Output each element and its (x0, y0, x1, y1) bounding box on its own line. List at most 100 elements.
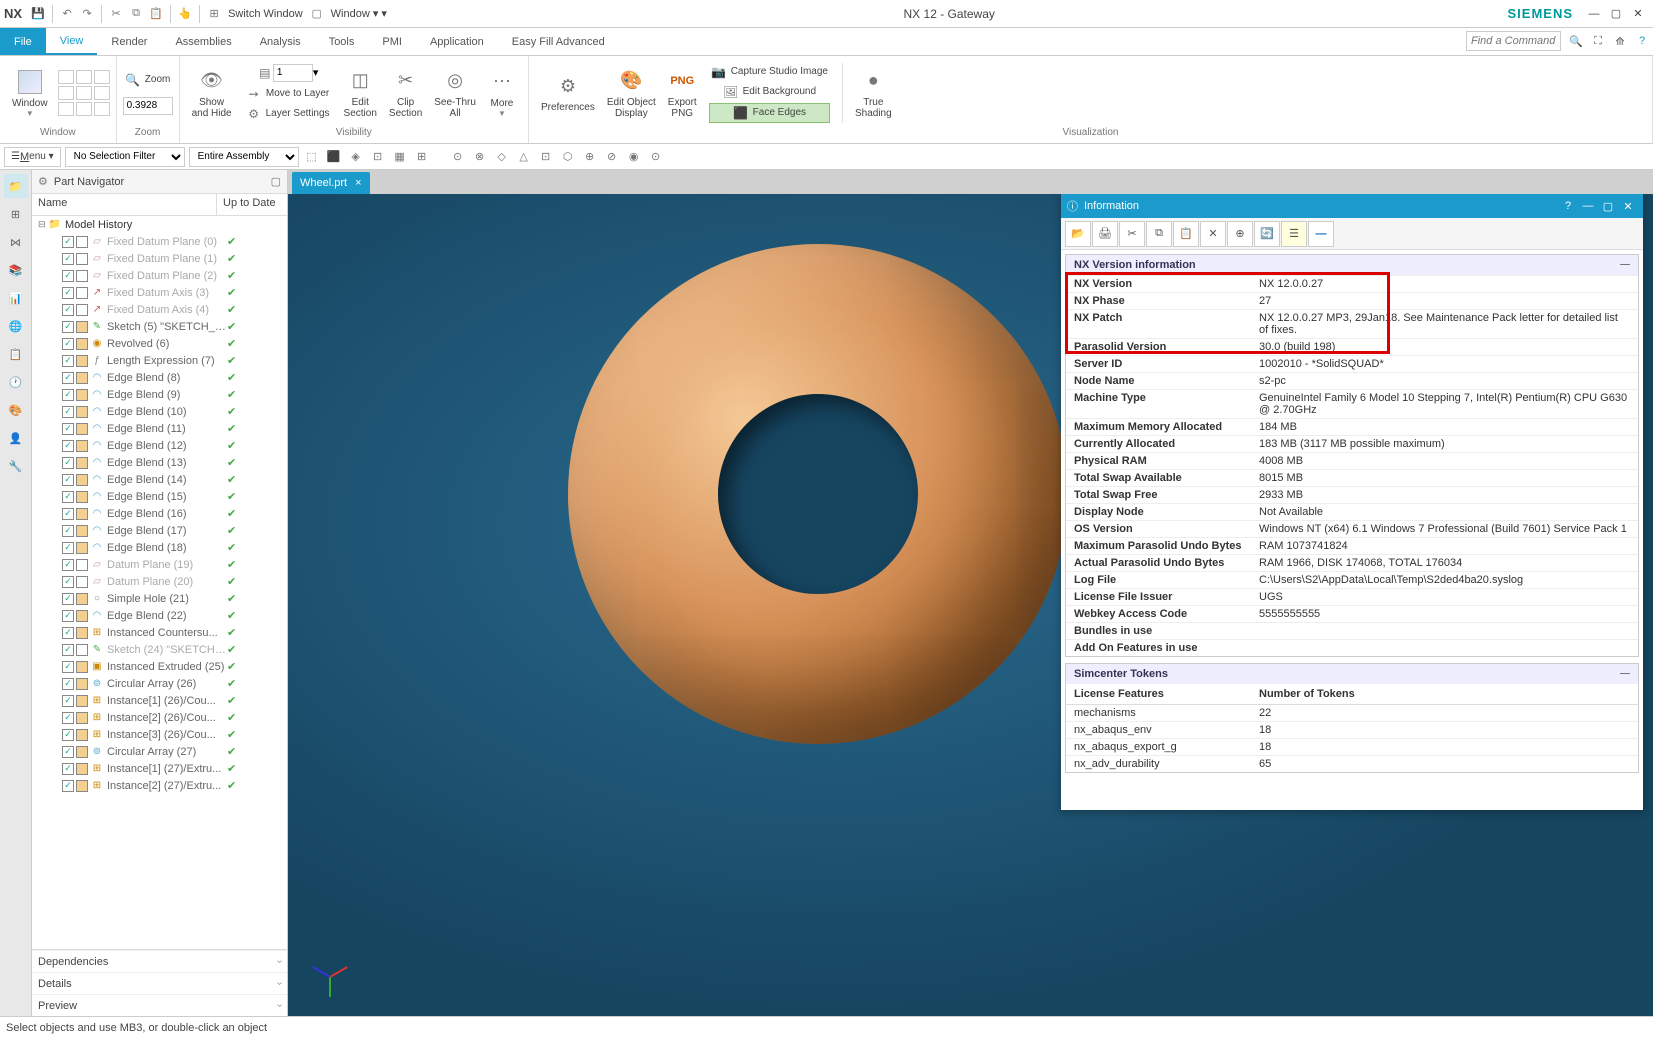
touch-icon[interactable]: 👆 (176, 5, 194, 23)
move-to-layer-button[interactable]: ➙Move to Layer (244, 85, 332, 103)
tree-row[interactable]: ✓ ◠ Edge Blend (14) ✔ (32, 471, 287, 488)
redo-icon[interactable]: ↷ (78, 5, 96, 23)
switch-window-button[interactable]: Switch Window (228, 8, 303, 20)
checkbox[interactable]: ✓ (62, 746, 74, 758)
checkbox[interactable]: ✓ (62, 763, 74, 775)
section-header[interactable]: NX Version information — (1066, 255, 1638, 275)
checkbox[interactable]: ✓ (62, 321, 74, 333)
snap-icon[interactable]: ⊗ (471, 148, 489, 166)
collapse-icon[interactable]: — (1308, 221, 1334, 247)
tree-row[interactable]: ✓ ▱ Datum Plane (20) ✔ (32, 573, 287, 590)
cut-icon[interactable]: ✂ (1119, 221, 1145, 247)
visibility-checkbox[interactable] (76, 304, 88, 316)
checkbox[interactable]: ✓ (62, 695, 74, 707)
checkbox[interactable]: ✓ (62, 678, 74, 690)
system-scenes-icon[interactable]: 🔧 (4, 454, 28, 478)
process-studio-icon[interactable]: 🎨 (4, 398, 28, 422)
minimize-button[interactable]: — (1583, 5, 1605, 23)
paste-icon[interactable]: 📋 (1173, 221, 1199, 247)
close-tab-icon[interactable]: × (355, 177, 361, 189)
checkbox[interactable]: ✓ (62, 457, 74, 469)
visibility-checkbox[interactable] (76, 525, 88, 537)
zoom-value-input[interactable] (123, 97, 173, 115)
tab-application[interactable]: Application (416, 28, 498, 55)
tree-row[interactable]: ✓ ⊞ Instance[3] (26)/Cou... ✔ (32, 726, 287, 743)
tab-analysis[interactable]: Analysis (246, 28, 315, 55)
checkbox[interactable]: ✓ (62, 355, 74, 367)
tree-row[interactable]: ✓ ◠ Edge Blend (8) ✔ (32, 369, 287, 386)
preview-section[interactable]: Preview› (32, 994, 287, 1016)
visibility-checkbox[interactable] (76, 474, 88, 486)
visibility-checkbox[interactable] (76, 678, 88, 690)
tree-row[interactable]: ✓ ⊚ Circular Array (27) ✔ (32, 743, 287, 760)
maximize-icon[interactable]: ▢ (1599, 198, 1617, 214)
filter-icon[interactable]: ⬚ (303, 148, 321, 166)
checkbox[interactable]: ✓ (62, 236, 74, 248)
filter-icon[interactable]: ⬛ (325, 148, 343, 166)
history-icon[interactable]: 🕐 (4, 370, 28, 394)
zoom-button[interactable]: 🔍Zoom (123, 71, 173, 89)
selection-filter-dropdown[interactable]: No Selection Filter (65, 147, 185, 167)
visibility-checkbox[interactable] (76, 593, 88, 605)
see-thru-button[interactable]: ◎See-Thru All (428, 65, 482, 121)
tree-row[interactable]: ✓ ▱ Fixed Datum Plane (2) ✔ (32, 267, 287, 284)
tab-easy-fill[interactable]: Easy Fill Advanced (498, 28, 619, 55)
tree-row[interactable]: ✓ ⊞ Instanced Countersu... ✔ (32, 624, 287, 641)
tab-file[interactable]: File (0, 28, 46, 55)
tree-row[interactable]: ✓ ◠ Edge Blend (17) ✔ (32, 522, 287, 539)
checkbox[interactable]: ✓ (62, 491, 74, 503)
tree-row[interactable]: ✓ ✎ Sketch (24) "SKETCH_... ✔ (32, 641, 287, 658)
file-tab-wheel[interactable]: Wheel.prt × (292, 172, 370, 194)
visibility-checkbox[interactable] (76, 355, 88, 367)
show-hide-button[interactable]: 👁 Show and Hide (186, 65, 238, 121)
tree-row[interactable]: ✓ ◠ Edge Blend (18) ✔ (32, 539, 287, 556)
tree-row[interactable]: ✓ ◠ Edge Blend (10) ✔ (32, 403, 287, 420)
tab-pmi[interactable]: PMI (368, 28, 416, 55)
visibility-checkbox[interactable] (76, 542, 88, 554)
filter-icon[interactable]: ◈ (347, 148, 365, 166)
paste-icon[interactable]: 📋 (147, 5, 165, 23)
visibility-checkbox[interactable] (76, 712, 88, 724)
capture-studio-button[interactable]: 📷Capture Studio Image (709, 63, 830, 81)
checkbox[interactable]: ✓ (62, 270, 74, 282)
roles-icon[interactable]: 👤 (4, 426, 28, 450)
tree-row[interactable]: ✓ ◠ Edge Blend (11) ✔ (32, 420, 287, 437)
edit-section-button[interactable]: ◫Edit Section (338, 65, 383, 121)
dependencies-section[interactable]: Dependencies› (32, 950, 287, 972)
pin-icon[interactable]: ▢ (271, 175, 281, 188)
tree-row[interactable]: ✓ ▱ Datum Plane (19) ✔ (32, 556, 287, 573)
assembly-filter-dropdown[interactable]: Entire Assembly (189, 147, 299, 167)
help-icon[interactable]: ? (1559, 198, 1577, 214)
info-titlebar[interactable]: ⓘ Information ? — ▢ ✕ (1061, 194, 1643, 218)
visibility-checkbox[interactable] (76, 253, 88, 265)
gear-icon[interactable]: ⚙ (38, 175, 48, 188)
visibility-checkbox[interactable] (76, 287, 88, 299)
close-icon[interactable]: ✕ (1619, 198, 1637, 214)
visibility-checkbox[interactable] (76, 559, 88, 571)
checkbox[interactable]: ✓ (62, 423, 74, 435)
wheel-model[interactable] (568, 244, 1068, 744)
fullscreen-icon[interactable]: ⛶ (1588, 31, 1608, 51)
part-navigator-icon[interactable]: 📁 (4, 174, 28, 198)
checkbox[interactable]: ✓ (62, 525, 74, 537)
edit-background-button[interactable]: 🖼Edit Background (709, 83, 830, 101)
filter-icon[interactable]: ⊞ (413, 148, 431, 166)
snap-icon[interactable]: ⬡ (559, 148, 577, 166)
window-dropdown[interactable]: Window ▾ ▾ (331, 7, 387, 20)
snap-icon[interactable]: ⊙ (449, 148, 467, 166)
checkbox[interactable]: ✓ (62, 440, 74, 452)
copy-icon[interactable]: ⧉ (1146, 221, 1172, 247)
tree-row[interactable]: ✓ ▱ Fixed Datum Plane (0) ✔ (32, 233, 287, 250)
visibility-checkbox[interactable] (76, 746, 88, 758)
snap-icon[interactable]: ⊙ (647, 148, 665, 166)
visibility-checkbox[interactable] (76, 627, 88, 639)
assembly-navigator-icon[interactable]: ⊞ (4, 202, 28, 226)
switch-window-icon[interactable]: ⊞ (205, 5, 223, 23)
snap-icon[interactable]: ◇ (493, 148, 511, 166)
search-icon[interactable]: 🔍 (1566, 31, 1586, 51)
tree-row[interactable]: ✓ ⊞ Instance[1] (26)/Cou... ✔ (32, 692, 287, 709)
visibility-checkbox[interactable] (76, 338, 88, 350)
checkbox[interactable]: ✓ (62, 474, 74, 486)
visibility-checkbox[interactable] (76, 406, 88, 418)
delete-icon[interactable]: ✕ (1200, 221, 1226, 247)
